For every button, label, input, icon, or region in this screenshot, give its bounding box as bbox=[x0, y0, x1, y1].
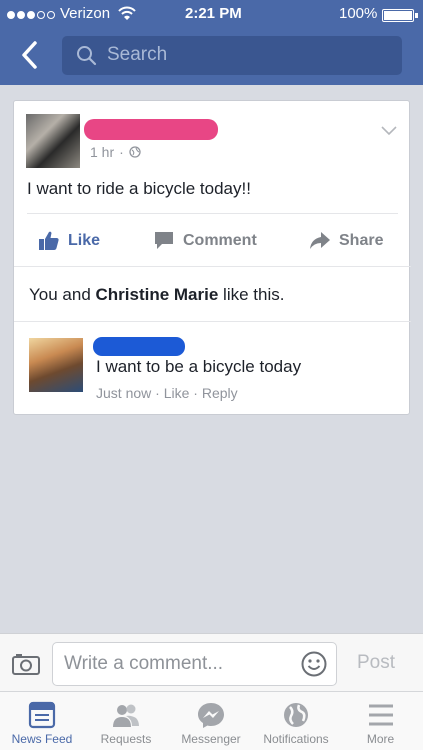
meta-separator: · bbox=[119, 144, 124, 160]
share-arrow-icon bbox=[310, 232, 330, 249]
search-bar[interactable]: Search bbox=[62, 36, 402, 75]
battery-percentage: 100% bbox=[339, 5, 378, 22]
notifications-icon bbox=[284, 703, 308, 727]
tab-label: News Feed bbox=[11, 732, 73, 746]
divider bbox=[14, 321, 411, 322]
sticker-icon[interactable] bbox=[301, 651, 327, 677]
likes-name[interactable]: Christine Marie bbox=[96, 285, 219, 304]
search-icon bbox=[77, 46, 97, 66]
post-card: 1 hr · I want to ride a bicycle today!! … bbox=[13, 100, 411, 415]
more-icon bbox=[368, 704, 393, 726]
globe-icon bbox=[129, 146, 141, 158]
carrier-name: Verizon bbox=[60, 5, 111, 22]
redacted-commenter-name bbox=[93, 337, 185, 356]
comment-reply-link[interactable]: Reply bbox=[202, 385, 238, 401]
tab-messenger[interactable]: Messenger bbox=[168, 692, 254, 750]
post-button[interactable]: Post bbox=[357, 652, 395, 674]
signal-strength-icon bbox=[7, 11, 55, 19]
tab-label: More bbox=[366, 732, 395, 746]
clock: 2:21 PM bbox=[185, 5, 242, 22]
divider bbox=[14, 266, 411, 267]
comment-label: Comment bbox=[183, 231, 257, 249]
thumbs-up-icon bbox=[39, 231, 59, 250]
camera-icon[interactable] bbox=[12, 653, 40, 675]
likes-suffix: like this. bbox=[218, 285, 285, 304]
news-feed-icon bbox=[28, 701, 56, 729]
comment-button[interactable]: Comment bbox=[154, 231, 257, 250]
tab-notifications[interactable]: Notifications bbox=[254, 692, 338, 750]
post-actions: Like Comment Share bbox=[14, 216, 411, 266]
back-arrow-icon[interactable] bbox=[18, 40, 42, 70]
tab-bar: News Feed Requests Messenger Notificatio… bbox=[0, 691, 423, 750]
share-button[interactable]: Share bbox=[310, 231, 383, 250]
requests-icon bbox=[113, 704, 139, 727]
comment-like-link[interactable]: Like bbox=[164, 385, 190, 401]
comment-input[interactable] bbox=[52, 642, 337, 686]
wifi-icon bbox=[118, 6, 136, 20]
top-navigation-bar: Verizon 2:21 PM 100% Search bbox=[0, 0, 423, 85]
like-button[interactable]: Like bbox=[39, 231, 100, 250]
post-text: I want to ride a bicycle today!! bbox=[27, 179, 251, 198]
divider bbox=[27, 213, 398, 214]
tab-news-feed[interactable]: News Feed bbox=[0, 692, 84, 750]
post-meta: 1 hr · bbox=[90, 144, 141, 160]
like-label: Like bbox=[68, 231, 101, 249]
search-placeholder: Search bbox=[107, 44, 168, 65]
share-label: Share bbox=[339, 231, 384, 249]
redacted-author-name bbox=[84, 119, 218, 140]
likes-prefix: You and bbox=[29, 285, 96, 304]
tab-label: Messenger bbox=[181, 732, 241, 746]
tab-label: Notifications bbox=[263, 732, 329, 746]
comment-meta: Just now · Like · Reply bbox=[96, 385, 238, 401]
tab-more[interactable]: More bbox=[338, 692, 423, 750]
messenger-icon bbox=[198, 703, 224, 728]
post-timestamp[interactable]: 1 hr bbox=[90, 144, 114, 160]
comment-composer: Post bbox=[0, 633, 423, 691]
commenter-avatar[interactable] bbox=[29, 338, 83, 392]
battery-icon bbox=[382, 9, 414, 22]
comment-time: Just now bbox=[96, 385, 152, 401]
status-bar: Verizon 2:21 PM 100% bbox=[0, 0, 423, 30]
chevron-down-icon[interactable] bbox=[380, 125, 398, 137]
author-avatar[interactable] bbox=[26, 114, 80, 168]
tab-requests[interactable]: Requests bbox=[84, 692, 168, 750]
comment-icon bbox=[155, 232, 173, 249]
likes-summary[interactable]: You and Christine Marie like this. bbox=[29, 285, 284, 305]
tab-label: Requests bbox=[100, 732, 152, 746]
comment-text: I want to be a bicycle today bbox=[96, 357, 302, 376]
